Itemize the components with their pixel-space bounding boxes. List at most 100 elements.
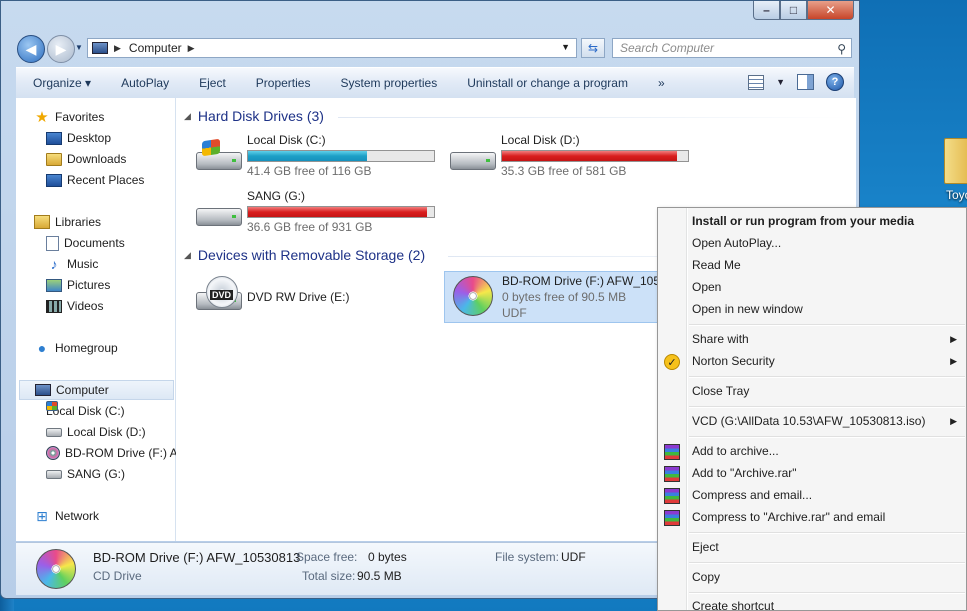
collapse-triangle-icon[interactable]: ◢ — [184, 111, 191, 122]
usage-bar — [247, 206, 435, 218]
documents-icon — [46, 235, 59, 251]
organize-button[interactable]: Organize ▾ — [16, 76, 106, 90]
more-commands-button[interactable]: » — [643, 76, 680, 90]
disc-image — [453, 276, 493, 316]
usage-bar — [501, 150, 689, 162]
windows-hard-drive-icon — [194, 138, 242, 172]
preview-pane-icon[interactable] — [797, 74, 814, 90]
desktop-icon-label: Toyo — [946, 188, 967, 202]
toolbar-right-group: ▼ ? — [748, 73, 844, 91]
star-icon: ★ — [35, 109, 49, 126]
address-bar[interactable]: ▶ Computer ▶ ▼ — [87, 38, 577, 58]
nav-homegroup[interactable]: ● Homegroup — [34, 338, 192, 358]
desktop-folder-shortcut[interactable]: Toyo — [938, 130, 967, 210]
hard-drive-icon — [194, 196, 242, 228]
nav-label: Favorites — [55, 110, 105, 124]
nav-label: Music — [67, 257, 99, 271]
drive-free-space: 0 bytes free of 90.5 MB — [502, 290, 627, 304]
menu-open[interactable]: Open — [692, 280, 721, 294]
drive-file-system: UDF — [502, 306, 527, 320]
drive-name: Local Disk (D:) — [501, 133, 580, 147]
group-header-hard-disk-drives[interactable]: ◢ Hard Disk Drives (3) — [184, 108, 324, 124]
menu-norton-security[interactable]: Norton Security — [692, 354, 775, 368]
menu-read-me[interactable]: Read Me — [692, 258, 741, 272]
windows-drive-icon — [46, 401, 58, 411]
submenu-arrow-icon: ▶ — [950, 416, 957, 426]
address-dropdown-icon[interactable]: ▼ — [561, 42, 570, 52]
properties-button[interactable]: Properties — [241, 76, 326, 90]
group-title: Devices with Removable Storage (2) — [197, 247, 426, 263]
minimize-button[interactable]: – — [753, 1, 780, 20]
nav-network[interactable]: ⊞ Network — [34, 506, 192, 526]
menu-close-tray[interactable]: Close Tray — [692, 384, 749, 398]
maximize-button[interactable]: □ — [780, 1, 807, 20]
nav-favorites[interactable]: ★ Favorites — [34, 107, 192, 127]
menu-eject[interactable]: Eject — [692, 540, 719, 554]
view-dropdown-icon[interactable]: ▼ — [776, 77, 785, 87]
hard-drive-icon — [46, 469, 62, 479]
menu-create-shortcut[interactable]: Create shortcut — [692, 599, 774, 610]
refresh-button[interactable]: ⇆ — [581, 38, 605, 58]
change-view-icon[interactable] — [748, 74, 765, 90]
drive-bd-rom-f[interactable]: BD-ROM Drive (F:) AFW_10530 0 bytes free… — [444, 271, 658, 323]
menu-separator — [689, 324, 965, 326]
menu-compress-email[interactable]: Compress and email... — [692, 488, 812, 502]
group-header-removable-storage[interactable]: ◢ Devices with Removable Storage (2) — [184, 247, 425, 263]
autoplay-button[interactable]: AutoPlay — [106, 76, 184, 90]
menu-add-to-archive-rar[interactable]: Add to "Archive.rar" — [692, 466, 797, 480]
eject-button[interactable]: Eject — [184, 76, 241, 90]
drive-free-space: 41.4 GB free of 116 GB — [247, 164, 372, 178]
network-icon: ⊞ — [36, 507, 48, 524]
menu-share-with[interactable]: Share with — [692, 332, 749, 346]
details-space-free: 0 bytes — [368, 550, 407, 564]
hard-drive-icon — [46, 427, 62, 437]
context-menu: Install or run program from your media O… — [657, 207, 967, 611]
homegroup-icon: ● — [37, 340, 47, 356]
drive-dvd-rw-e[interactable]: DVD DVD RW Drive (E:) — [194, 274, 444, 318]
nav-label: Desktop — [67, 131, 112, 145]
details-space-free-label: Space free: — [296, 550, 358, 564]
navigation-pane: ★ Favorites Desktop Downloads Recent Plac… — [16, 98, 178, 541]
breadcrumb-computer[interactable]: Computer — [129, 41, 182, 55]
desktop-icon — [46, 131, 62, 145]
uninstall-program-button[interactable]: Uninstall or change a program — [452, 76, 643, 90]
music-note-icon: ♪ — [50, 256, 58, 272]
menu-vcd[interactable]: VCD (G:\AllData 10.53\AFW_10530813.iso) — [692, 414, 925, 428]
menu-add-to-archive[interactable]: Add to archive... — [692, 444, 779, 458]
menu-separator — [689, 406, 965, 408]
drive-name: DVD RW Drive (E:) — [247, 290, 350, 304]
recent-pages-dropdown-icon[interactable]: ▼ — [75, 43, 83, 52]
winrar-icon — [664, 444, 680, 460]
drive-sang-g[interactable]: SANG (G:) 36.6 GB free of 931 GB — [194, 189, 444, 234]
drive-local-disk-c[interactable]: Local Disk (C:) 41.4 GB free of 116 GB — [194, 133, 444, 178]
nav-label: Network — [55, 509, 100, 523]
help-icon[interactable]: ? — [826, 73, 844, 91]
back-button[interactable]: ◀ — [17, 35, 45, 63]
nav-computer[interactable]: Computer — [19, 380, 174, 400]
submenu-arrow-icon: ▶ — [950, 356, 957, 366]
details-total-label: Total size: — [302, 569, 356, 583]
drive-local-disk-d[interactable]: Local Disk (D:) 35.3 GB free of 581 GB — [448, 133, 698, 178]
menu-open-new-window[interactable]: Open in new window — [692, 302, 803, 316]
close-button[interactable]: ✕ — [807, 1, 854, 20]
menu-install-run[interactable]: Install or run program from your media — [692, 214, 914, 228]
menu-open-autoplay[interactable]: Open AutoPlay... — [692, 236, 781, 250]
dvd-drive-icon: DVD — [194, 276, 242, 312]
navigation-bar: ◀ ▶ ▼ ▶ Computer ▶ ▼ ⇆ Search Computer ⚲ — [17, 35, 857, 63]
breadcrumb-chevron-icon[interactable]: ▶ — [114, 43, 121, 54]
pictures-icon — [46, 278, 62, 292]
system-properties-button[interactable]: System properties — [325, 76, 452, 90]
search-input[interactable]: Search Computer ⚲ — [612, 38, 852, 58]
details-type: CD Drive — [93, 569, 142, 583]
details-file-system: UDF — [561, 550, 586, 564]
menu-copy[interactable]: Copy — [692, 570, 720, 584]
nav-label: Homegroup — [55, 341, 118, 355]
menu-compress-rar-email[interactable]: Compress to "Archive.rar" and email — [692, 510, 885, 524]
nav-libraries[interactable]: Libraries — [34, 212, 192, 232]
collapse-triangle-icon[interactable]: ◢ — [184, 250, 191, 261]
search-icon[interactable]: ⚲ — [837, 40, 846, 58]
forward-button[interactable]: ▶ — [47, 35, 75, 63]
libraries-icon — [34, 215, 50, 229]
breadcrumb-chevron-icon[interactable]: ▶ — [188, 43, 195, 54]
bd-disc-icon — [449, 276, 497, 316]
